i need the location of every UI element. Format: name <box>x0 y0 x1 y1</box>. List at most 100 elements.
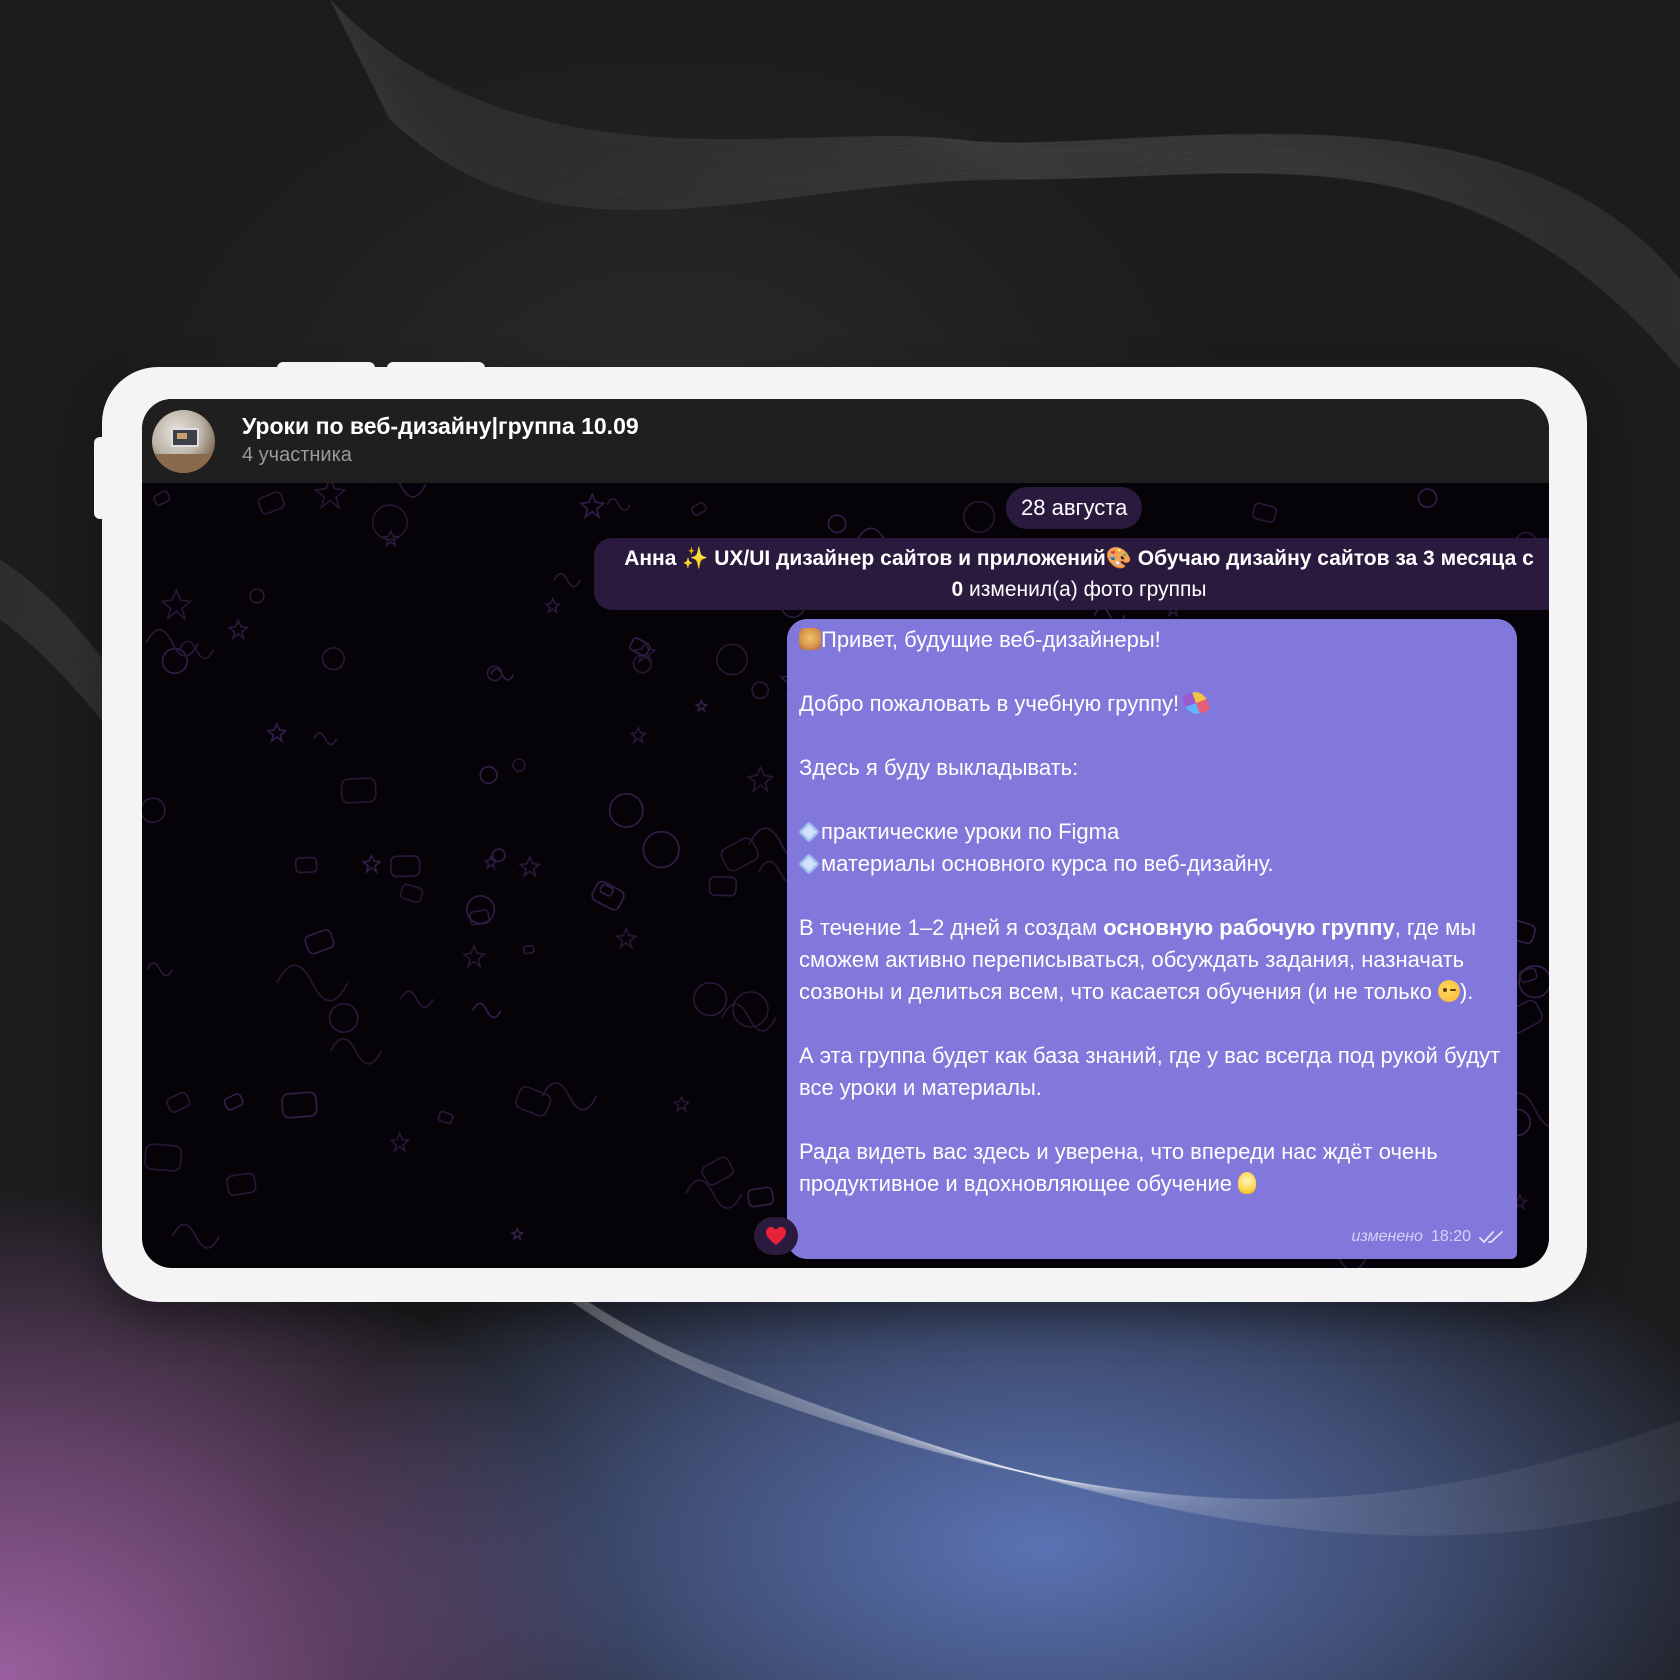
wallpaper-doodle <box>400 990 434 1008</box>
wallpaper-doodle <box>716 643 749 676</box>
wallpaper-doodle <box>321 647 346 671</box>
wallpaper-doodle <box>389 855 421 878</box>
wallpaper-doodle <box>1251 502 1278 523</box>
wallpaper-doodle <box>312 732 338 746</box>
diamond-emoji <box>798 821 820 843</box>
wallpaper-doodle <box>747 1186 775 1208</box>
tablet-button <box>387 362 485 372</box>
wallpaper-doodle <box>266 721 288 744</box>
wallpaper-doodle <box>166 1091 191 1113</box>
avatar-photo-monitor <box>171 428 199 447</box>
message-p6: Рада видеть вас здесь и уверена, что впе… <box>799 1139 1438 1196</box>
wallpaper-doodle <box>294 856 318 874</box>
wallpaper-doodle <box>340 777 377 804</box>
wink-emoji <box>1437 980 1460 1002</box>
wallpaper-doodle <box>223 1093 244 1111</box>
heart-icon <box>766 1227 786 1245</box>
service-message-action: изменил(а) фото группы <box>963 578 1207 601</box>
wallpaper-doodle <box>608 793 644 828</box>
message-bullet-2: материалы основного курса по веб-дизайну… <box>821 851 1274 876</box>
message-p5: А эта группа будет как база знаний, где … <box>799 1043 1501 1100</box>
reaction-heart[interactable] <box>754 1217 798 1255</box>
wallpaper-doodle <box>226 1172 257 1196</box>
wallpaper-doodle <box>281 1091 318 1119</box>
wallpaper-doodle <box>553 572 582 588</box>
wallpaper-doodle <box>614 926 638 950</box>
service-message-line1: Анна ✨ UX/UI дизайнер сайтов и приложени… <box>624 547 1534 570</box>
date-separator: 28 августа <box>1006 487 1143 529</box>
wallpaper-doodle <box>399 883 424 904</box>
wallpaper-doodle <box>372 483 427 498</box>
tablet-button <box>277 362 375 372</box>
wallpaper-doodle <box>249 588 265 604</box>
wallpaper-doodle <box>510 1226 525 1242</box>
wallpaper-doodle <box>720 837 760 872</box>
wallpaper-doodle <box>692 981 728 1017</box>
wallpaper-doodle <box>146 962 174 977</box>
wallpaper-doodle <box>144 1143 183 1172</box>
message-meta: изменено 18:20 <box>1352 1221 1505 1253</box>
tablet-frame: Уроки по веб-дизайну|группа 10.09 4 учас… <box>94 362 1587 1302</box>
palette-emoji <box>799 628 821 650</box>
service-message: Анна ✨ UX/UI дизайнер сайтов и приложени… <box>594 538 1549 610</box>
wallpaper-doodle <box>142 797 166 824</box>
wallpaper-doodle <box>304 929 335 955</box>
message-p4-end: ). <box>1459 979 1474 1004</box>
wallpaper-doodle <box>461 944 487 969</box>
tablet-side-button <box>94 437 104 519</box>
wallpaper-doodle <box>541 1081 598 1111</box>
chat-title: Уроки по веб-дизайну|группа 10.09 <box>242 413 639 439</box>
wallpaper-doodle <box>708 875 737 897</box>
message-welcome: Добро пожаловать в учебную группу! <box>799 691 1180 716</box>
wallpaper-doodle <box>642 830 680 869</box>
wallpaper-doodle <box>751 681 769 700</box>
wallpaper-doodle <box>483 854 499 871</box>
wallpaper-doodle <box>512 758 526 772</box>
chat-header[interactable]: Уроки по веб-дизайну|группа 10.09 4 учас… <box>142 399 1549 483</box>
message-time: 18:20 <box>1430 1228 1471 1245</box>
wallpaper-doodle <box>361 853 382 875</box>
wallpaper-doodle <box>389 1131 411 1154</box>
wallpaper-doodle <box>543 596 562 615</box>
wallpaper-doodle <box>313 483 347 510</box>
wallpaper-doodle <box>1518 967 1538 983</box>
wallpaper-doodle <box>963 500 996 533</box>
service-message-line2: 0 изменил(а) фото группы <box>594 574 1549 605</box>
wallpaper-doodle <box>329 1037 382 1065</box>
double-check-icon <box>1479 1231 1503 1243</box>
message-intro: Здесь я буду выкладывать: <box>799 755 1079 780</box>
message-p4-bold: основную рабочую группу <box>1103 915 1395 940</box>
party-popper-emoji <box>1182 688 1211 718</box>
wallpaper-doodle <box>466 895 496 925</box>
message-bullet-1: практические уроки по Figma <box>821 819 1120 844</box>
wallpaper-doodle <box>690 501 707 517</box>
wallpaper-doodle <box>632 654 653 674</box>
edited-label: изменено <box>1351 1228 1423 1245</box>
wallpaper-doodle <box>672 1094 691 1114</box>
wallpaper-doodle <box>629 725 648 745</box>
group-avatar[interactable] <box>152 410 215 473</box>
wallpaper-doodle <box>632 639 657 665</box>
chat-member-count: 4 участника <box>242 444 352 466</box>
wallpaper-doodle <box>578 492 606 520</box>
wallpaper-doodle <box>522 944 535 955</box>
chat-screen: Уроки по веб-дизайну|группа 10.09 4 учас… <box>142 399 1549 1268</box>
wallpaper-doodle <box>328 1003 359 1034</box>
wallpaper-doodle <box>257 491 285 515</box>
wallpaper-doodle <box>171 1223 220 1249</box>
wallpaper-doodle <box>491 848 506 863</box>
message-p4-start: В течение 1–2 дней я создам <box>799 915 1104 940</box>
message-bubble[interactable]: Привет, будущие веб-дизайнеры! Добро пож… <box>787 619 1517 1259</box>
wallpaper-doodle <box>518 854 542 879</box>
wallpaper-doodle <box>437 1110 454 1125</box>
wallpaper-doodle <box>160 588 193 621</box>
diamond-emoji <box>798 853 820 875</box>
wallpaper-doodle <box>827 514 847 534</box>
wallpaper-doodle <box>479 765 498 785</box>
wallpaper-doodle <box>153 490 171 507</box>
avatar-photo <box>152 454 215 473</box>
lightbulb-emoji <box>1238 1172 1257 1194</box>
message-greeting: Привет, будущие веб-дизайнеры! <box>821 627 1161 652</box>
wallpaper-doodle <box>1417 488 1438 508</box>
wallpaper-doodle <box>606 498 632 512</box>
